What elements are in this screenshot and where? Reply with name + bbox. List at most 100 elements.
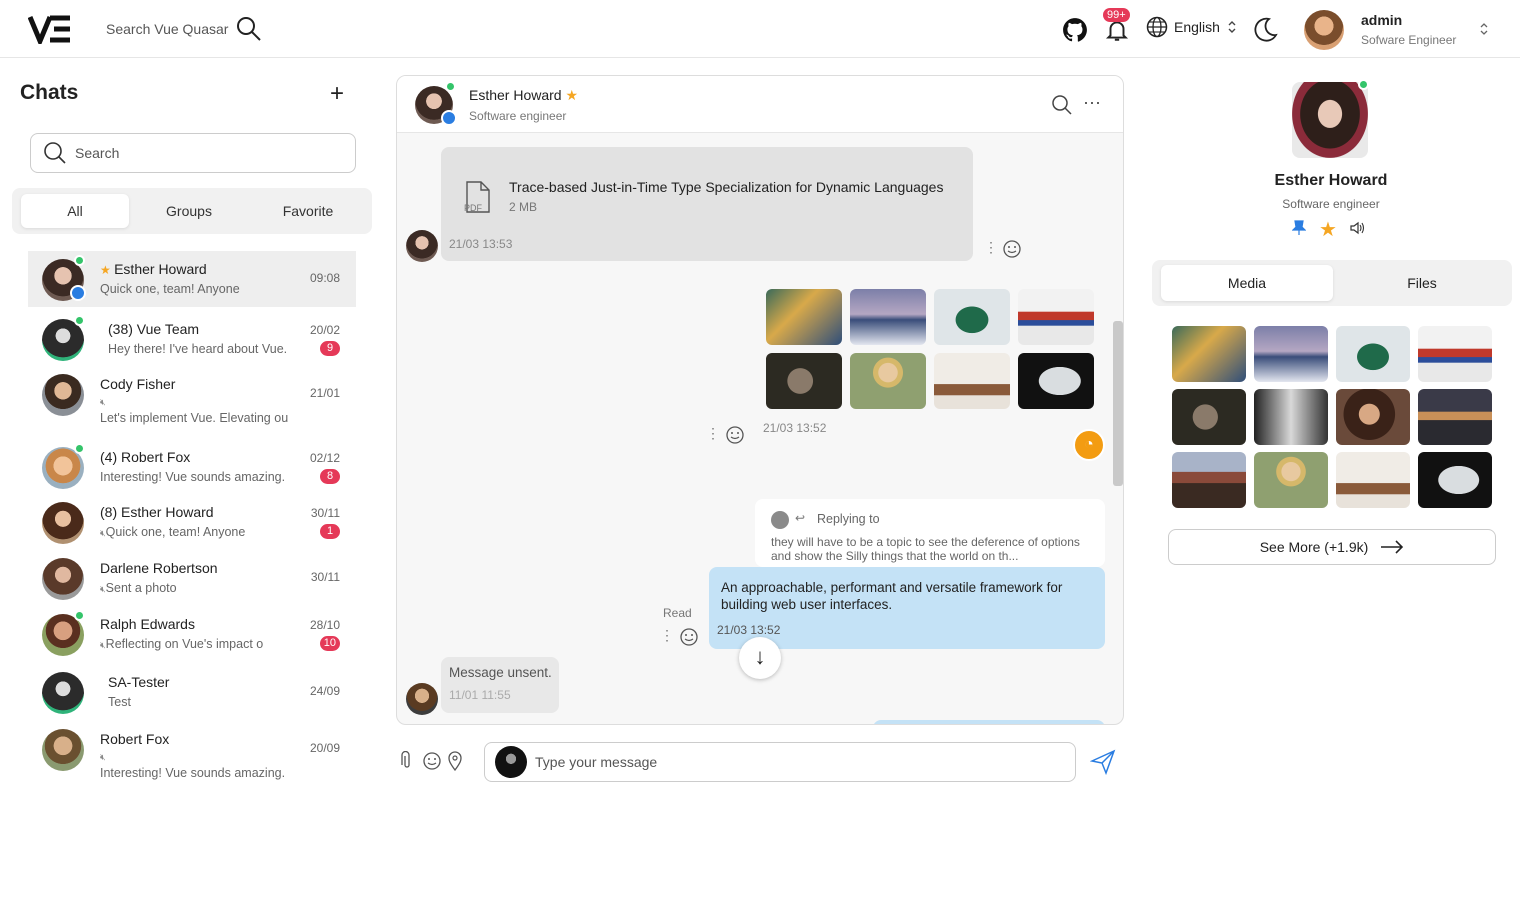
see-more-button[interactable]: See More (+1.9k) xyxy=(1168,529,1496,565)
chat-time: 20/02 xyxy=(309,323,340,337)
media-thumbnail[interactable] xyxy=(1254,389,1328,445)
tab-all[interactable]: All xyxy=(21,194,129,228)
updown-chevron-icon xyxy=(1480,23,1488,35)
chat-search-input[interactable]: Search xyxy=(30,133,356,173)
file-message[interactable]: PDF Trace-based Just-in-Time Type Specia… xyxy=(441,147,973,261)
emoji-icon[interactable] xyxy=(726,426,744,444)
chat-name: Robert Fox xyxy=(100,731,169,747)
chat-list-item[interactable]: ★ Esther Howard Quick one, team! Anyone 09… xyxy=(28,251,356,307)
media-thumbnail[interactable] xyxy=(1254,452,1328,508)
star-icon[interactable]: ★ xyxy=(1319,217,1337,242)
media-thumbnail[interactable] xyxy=(1418,389,1492,445)
emoji-icon[interactable] xyxy=(1003,240,1021,258)
chat-time: 02/12 xyxy=(309,451,340,465)
new-chat-button[interactable]: + xyxy=(330,80,344,108)
input-placeholder: Type your message xyxy=(535,754,658,770)
tab-media[interactable]: Media xyxy=(1161,265,1333,301)
media-thumbnail[interactable] xyxy=(1336,389,1410,445)
star-icon: ★ xyxy=(565,87,579,103)
media-thumbnail[interactable] xyxy=(1336,326,1410,382)
avatar xyxy=(771,511,789,529)
volume-icon[interactable] xyxy=(1350,221,1366,235)
more-options-icon[interactable]: ··· xyxy=(1083,92,1101,113)
chat-list-item[interactable]: Ralph Edwards 🔇︎Reflecting on Vue's impac… xyxy=(28,606,356,662)
reply-label: Replying to xyxy=(817,512,880,526)
message-input[interactable]: Type your message xyxy=(484,742,1076,782)
chat-time: 30/11 xyxy=(310,570,340,584)
image-thumbnail[interactable] xyxy=(1018,289,1094,345)
moon-icon[interactable] xyxy=(1251,16,1279,44)
file-type-label: PDF xyxy=(464,203,482,213)
my-message[interactable]: An approachable, performant and versatil… xyxy=(709,567,1105,649)
global-search[interactable]: Search Vue Quasar xyxy=(106,14,262,44)
arrow-right-icon xyxy=(1381,540,1404,554)
image-thumbnail[interactable] xyxy=(850,353,926,409)
chat-contact-name[interactable]: Esther Howard ★ xyxy=(469,87,578,104)
github-icon[interactable] xyxy=(1062,17,1088,43)
more-options-icon[interactable]: ⋮ xyxy=(660,627,674,644)
tab-favorite[interactable]: Favorite xyxy=(254,194,362,228)
tab-groups[interactable]: Groups xyxy=(135,194,243,228)
see-more-label: See More (+1.9k) xyxy=(1259,539,1369,555)
profile-avatar[interactable] xyxy=(1292,82,1368,158)
image-thumbnail[interactable] xyxy=(934,353,1010,409)
send-icon[interactable] xyxy=(1090,749,1116,775)
chat-list-item[interactable]: (8) Esther Howard 🔇︎Quick one, team! Anyo… xyxy=(28,494,356,550)
image-thumbnail[interactable] xyxy=(850,289,926,345)
scrollbar[interactable] xyxy=(1113,321,1123,486)
chat-list-item[interactable]: Cody Fisher 🔇︎ Let's implement Vue. Elevat… xyxy=(28,366,356,425)
image-thumbnail[interactable] xyxy=(934,289,1010,345)
media-thumbnail[interactable] xyxy=(1336,452,1410,508)
more-options-icon[interactable]: ⋮ xyxy=(706,425,720,442)
search-icon[interactable] xyxy=(1051,94,1073,116)
emoji-icon[interactable] xyxy=(680,628,698,646)
language-select[interactable]: English xyxy=(1146,16,1238,38)
more-options-icon[interactable]: ⋮ xyxy=(984,239,998,256)
media-thumbnail[interactable] xyxy=(1172,389,1246,445)
location-icon[interactable] xyxy=(447,751,463,771)
unsent-message: Message unsent. 11/01 11:55 xyxy=(441,657,559,713)
chat-list-item[interactable]: SA-Tester Test 24/09 xyxy=(28,664,356,720)
image-thumbnail[interactable] xyxy=(766,353,842,409)
avatar xyxy=(42,502,84,544)
file-name: Trace-based Just-in-Time Type Specializa… xyxy=(509,179,944,195)
image-thumbnail[interactable] xyxy=(1018,353,1094,409)
emoji-icon[interactable] xyxy=(423,752,441,770)
search-icon xyxy=(44,142,66,164)
chat-list-item[interactable]: (4) Robert Fox Interesting! Vue sounds am… xyxy=(28,439,356,495)
media-thumbnail[interactable] xyxy=(1172,326,1246,382)
chat-time: 28/10 xyxy=(309,618,340,632)
search-icon[interactable] xyxy=(236,16,262,42)
chat-name-text: Ralph Edwards xyxy=(100,616,195,632)
chat-list-item[interactable]: Darlene Robertson 🔇︎Sent a photo 30/11 xyxy=(28,550,356,606)
attach-icon[interactable] xyxy=(401,751,413,771)
chat-list-item[interactable]: (38) Vue Team Hey there! I've heard about… xyxy=(28,311,356,367)
chat-name-text: SA-Tester xyxy=(108,674,170,690)
online-indicator xyxy=(74,255,85,266)
media-thumbnail[interactable] xyxy=(1418,326,1492,382)
contact-name-text: Esther Howard xyxy=(469,87,562,103)
avatar xyxy=(42,729,84,771)
muted-icon: 🔇︎ xyxy=(100,397,106,407)
logo[interactable] xyxy=(28,14,74,44)
media-thumbnail[interactable] xyxy=(1254,326,1328,382)
media-thumbnail[interactable] xyxy=(1172,452,1246,508)
notification-badge: 99+ xyxy=(1103,8,1130,22)
chat-contact-role: Software engineer xyxy=(469,109,567,123)
user-role: Sofware Engineer xyxy=(1361,33,1457,47)
image-grid-message[interactable] xyxy=(766,289,1096,411)
tab-files[interactable]: Files xyxy=(1336,265,1508,301)
pin-icon[interactable] xyxy=(1292,220,1306,236)
chat-time: 24/09 xyxy=(309,684,340,698)
chat-preview-text: Interesting! Vue sounds amazing. xyxy=(100,470,286,484)
chat-window: Esther Howard ★ Software engineer ··· PD… xyxy=(396,75,1124,725)
image-thumbnail[interactable] xyxy=(766,289,842,345)
scroll-down-button[interactable]: ↓ xyxy=(739,637,781,679)
chat-list-item[interactable]: Robert Fox 🔇︎ Interesting! Vue sounds amaz… xyxy=(28,721,356,780)
app-badge-icon[interactable]: ◔ xyxy=(1073,429,1105,461)
chat-preview: Interesting! Vue sounds amazing. xyxy=(100,470,292,484)
timestamp: 21/03 13:52 xyxy=(763,421,827,435)
media-thumbnail[interactable] xyxy=(1418,452,1492,508)
chat-preview-text: Interesting! Vue sounds amazing. xyxy=(100,766,286,780)
chat-name-text: Esther Howard xyxy=(114,261,207,277)
